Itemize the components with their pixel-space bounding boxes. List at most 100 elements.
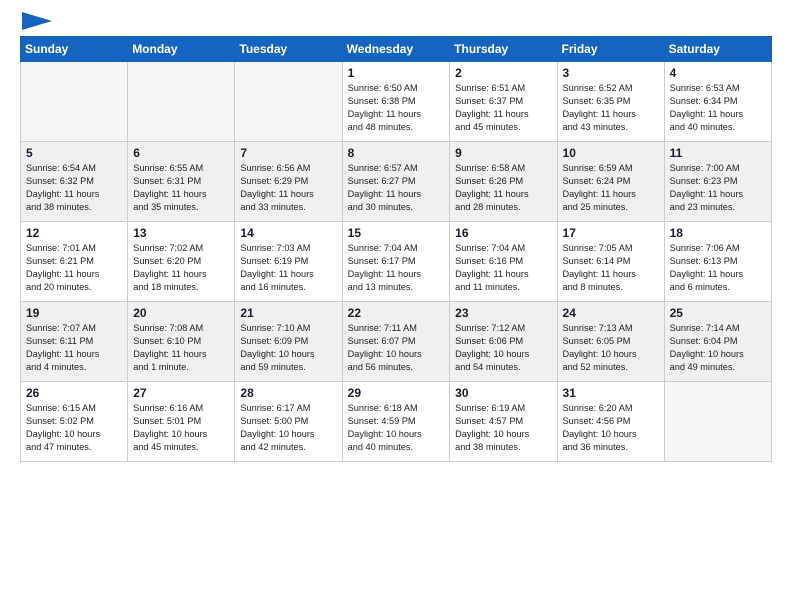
calendar-cell: 4 Sunrise: 6:53 AM Sunset: 6:34 PM Daylig… <box>664 62 771 142</box>
calendar-cell: 2 Sunrise: 6:51 AM Sunset: 6:37 PM Daylig… <box>450 62 557 142</box>
calendar-cell: 11 Sunrise: 7:00 AM Sunset: 6:23 PM Dayli… <box>664 142 771 222</box>
weekday-header-tuesday: Tuesday <box>235 37 342 62</box>
day-info: Sunrise: 6:20 AM Sunset: 4:56 PM Dayligh… <box>563 402 659 454</box>
calendar-cell: 13Sunrise: 7:02 AM Sunset: 6:20 PM Dayli… <box>128 222 235 302</box>
calendar-cell: 26 Sunrise: 6:15 AM Sunset: 5:02 PM Dayli… <box>21 382 128 462</box>
day-number: 10 <box>563 146 659 160</box>
calendar-cell: 29 Sunrise: 6:18 AM Sunset: 4:59 PM Dayli… <box>342 382 450 462</box>
calendar-cell: 30 Sunrise: 6:19 AM Sunset: 4:57 PM Dayli… <box>450 382 557 462</box>
calendar-cell: 16 Sunrise: 7:04 AM Sunset: 6:16 PM Dayli… <box>450 222 557 302</box>
day-number: 17 <box>563 226 659 240</box>
calendar-cell: 27 Sunrise: 6:16 AM Sunset: 5:01 PM Dayli… <box>128 382 235 462</box>
day-info: Sunrise: 6:57 AM Sunset: 6:27 PM Dayligh… <box>348 162 445 214</box>
calendar-cell: 18 Sunrise: 7:06 AM Sunset: 6:13 PM Dayli… <box>664 222 771 302</box>
calendar-cell: 25 Sunrise: 7:14 AM Sunset: 6:04 PM Dayli… <box>664 302 771 382</box>
day-info: Sunrise: 7:12 AM Sunset: 6:06 PM Dayligh… <box>455 322 551 374</box>
day-info: Sunrise: 7:02 AM Sunset: 6:20 PM Dayligh… <box>133 242 229 294</box>
calendar-cell: 7Sunrise: 6:56 AM Sunset: 6:29 PM Daylig… <box>235 142 342 222</box>
calendar-cell: 17 Sunrise: 7:05 AM Sunset: 6:14 PM Dayli… <box>557 222 664 302</box>
day-info: Sunrise: 7:04 AM Sunset: 6:17 PM Dayligh… <box>348 242 445 294</box>
day-number: 15 <box>348 226 445 240</box>
day-number: 27 <box>133 386 229 400</box>
logo-arrow-icon <box>22 12 52 30</box>
calendar-week-row: 5Sunrise: 6:54 AM Sunset: 6:32 PM Daylig… <box>21 142 772 222</box>
day-number: 22 <box>348 306 445 320</box>
calendar-cell: 10Sunrise: 6:59 AM Sunset: 6:24 PM Dayli… <box>557 142 664 222</box>
day-info: Sunrise: 6:53 AM Sunset: 6:34 PM Dayligh… <box>670 82 766 134</box>
calendar: SundayMondayTuesdayWednesdayThursdayFrid… <box>20 36 772 462</box>
day-info: Sunrise: 6:56 AM Sunset: 6:29 PM Dayligh… <box>240 162 336 214</box>
day-number: 23 <box>455 306 551 320</box>
day-info: Sunrise: 7:14 AM Sunset: 6:04 PM Dayligh… <box>670 322 766 374</box>
calendar-week-row: 19 Sunrise: 7:07 AM Sunset: 6:11 PM Dayli… <box>21 302 772 382</box>
weekday-header-saturday: Saturday <box>664 37 771 62</box>
day-info: Sunrise: 7:05 AM Sunset: 6:14 PM Dayligh… <box>563 242 659 294</box>
day-info: Sunrise: 6:52 AM Sunset: 6:35 PM Dayligh… <box>563 82 659 134</box>
day-number: 2 <box>455 66 551 80</box>
calendar-cell: 31 Sunrise: 6:20 AM Sunset: 4:56 PM Dayli… <box>557 382 664 462</box>
day-info: Sunrise: 7:11 AM Sunset: 6:07 PM Dayligh… <box>348 322 445 374</box>
day-info: Sunrise: 6:15 AM Sunset: 5:02 PM Dayligh… <box>26 402 122 454</box>
day-number: 4 <box>670 66 766 80</box>
calendar-cell <box>235 62 342 142</box>
day-info: Sunrise: 6:18 AM Sunset: 4:59 PM Dayligh… <box>348 402 445 454</box>
day-number: 24 <box>563 306 659 320</box>
day-number: 26 <box>26 386 122 400</box>
calendar-cell: 23 Sunrise: 7:12 AM Sunset: 6:06 PM Dayli… <box>450 302 557 382</box>
day-info: Sunrise: 7:07 AM Sunset: 6:11 PM Dayligh… <box>26 322 122 374</box>
day-number: 19 <box>26 306 122 320</box>
weekday-header-wednesday: Wednesday <box>342 37 450 62</box>
day-info: Sunrise: 7:13 AM Sunset: 6:05 PM Dayligh… <box>563 322 659 374</box>
day-number: 29 <box>348 386 445 400</box>
day-info: Sunrise: 7:08 AM Sunset: 6:10 PM Dayligh… <box>133 322 229 374</box>
weekday-header-friday: Friday <box>557 37 664 62</box>
day-number: 16 <box>455 226 551 240</box>
weekday-header-monday: Monday <box>128 37 235 62</box>
calendar-cell <box>128 62 235 142</box>
logo <box>20 16 52 26</box>
day-info: Sunrise: 6:55 AM Sunset: 6:31 PM Dayligh… <box>133 162 229 214</box>
page: SundayMondayTuesdayWednesdayThursdayFrid… <box>0 0 792 612</box>
day-info: Sunrise: 6:51 AM Sunset: 6:37 PM Dayligh… <box>455 82 551 134</box>
calendar-cell: 6Sunrise: 6:55 AM Sunset: 6:31 PM Daylig… <box>128 142 235 222</box>
day-number: 21 <box>240 306 336 320</box>
calendar-cell: 20 Sunrise: 7:08 AM Sunset: 6:10 PM Dayli… <box>128 302 235 382</box>
calendar-cell: 15 Sunrise: 7:04 AM Sunset: 6:17 PM Dayli… <box>342 222 450 302</box>
day-number: 25 <box>670 306 766 320</box>
day-number: 20 <box>133 306 229 320</box>
day-info: Sunrise: 6:58 AM Sunset: 6:26 PM Dayligh… <box>455 162 551 214</box>
day-info: Sunrise: 6:17 AM Sunset: 5:00 PM Dayligh… <box>240 402 336 454</box>
day-number: 30 <box>455 386 551 400</box>
calendar-week-row: 12Sunrise: 7:01 AM Sunset: 6:21 PM Dayli… <box>21 222 772 302</box>
calendar-cell: 14 Sunrise: 7:03 AM Sunset: 6:19 PM Dayli… <box>235 222 342 302</box>
day-number: 3 <box>563 66 659 80</box>
day-number: 14 <box>240 226 336 240</box>
calendar-week-row: 1Sunrise: 6:50 AM Sunset: 6:38 PM Daylig… <box>21 62 772 142</box>
day-info: Sunrise: 7:01 AM Sunset: 6:21 PM Dayligh… <box>26 242 122 294</box>
day-number: 11 <box>670 146 766 160</box>
day-number: 18 <box>670 226 766 240</box>
day-info: Sunrise: 7:03 AM Sunset: 6:19 PM Dayligh… <box>240 242 336 294</box>
day-number: 9 <box>455 146 551 160</box>
day-number: 8 <box>348 146 445 160</box>
day-info: Sunrise: 6:19 AM Sunset: 4:57 PM Dayligh… <box>455 402 551 454</box>
calendar-cell: 5Sunrise: 6:54 AM Sunset: 6:32 PM Daylig… <box>21 142 128 222</box>
day-info: Sunrise: 6:16 AM Sunset: 5:01 PM Dayligh… <box>133 402 229 454</box>
calendar-cell: 3 Sunrise: 6:52 AM Sunset: 6:35 PM Daylig… <box>557 62 664 142</box>
calendar-cell: 22 Sunrise: 7:11 AM Sunset: 6:07 PM Dayli… <box>342 302 450 382</box>
weekday-header-thursday: Thursday <box>450 37 557 62</box>
weekday-header-sunday: Sunday <box>21 37 128 62</box>
calendar-cell: 28 Sunrise: 6:17 AM Sunset: 5:00 PM Dayli… <box>235 382 342 462</box>
day-info: Sunrise: 6:50 AM Sunset: 6:38 PM Dayligh… <box>348 82 445 134</box>
day-info: Sunrise: 7:10 AM Sunset: 6:09 PM Dayligh… <box>240 322 336 374</box>
day-number: 31 <box>563 386 659 400</box>
calendar-cell: 19 Sunrise: 7:07 AM Sunset: 6:11 PM Dayli… <box>21 302 128 382</box>
calendar-cell: 1Sunrise: 6:50 AM Sunset: 6:38 PM Daylig… <box>342 62 450 142</box>
day-info: Sunrise: 6:54 AM Sunset: 6:32 PM Dayligh… <box>26 162 122 214</box>
day-info: Sunrise: 7:06 AM Sunset: 6:13 PM Dayligh… <box>670 242 766 294</box>
weekday-header-row: SundayMondayTuesdayWednesdayThursdayFrid… <box>21 37 772 62</box>
calendar-cell <box>21 62 128 142</box>
day-info: Sunrise: 7:04 AM Sunset: 6:16 PM Dayligh… <box>455 242 551 294</box>
day-info: Sunrise: 7:00 AM Sunset: 6:23 PM Dayligh… <box>670 162 766 214</box>
day-number: 28 <box>240 386 336 400</box>
